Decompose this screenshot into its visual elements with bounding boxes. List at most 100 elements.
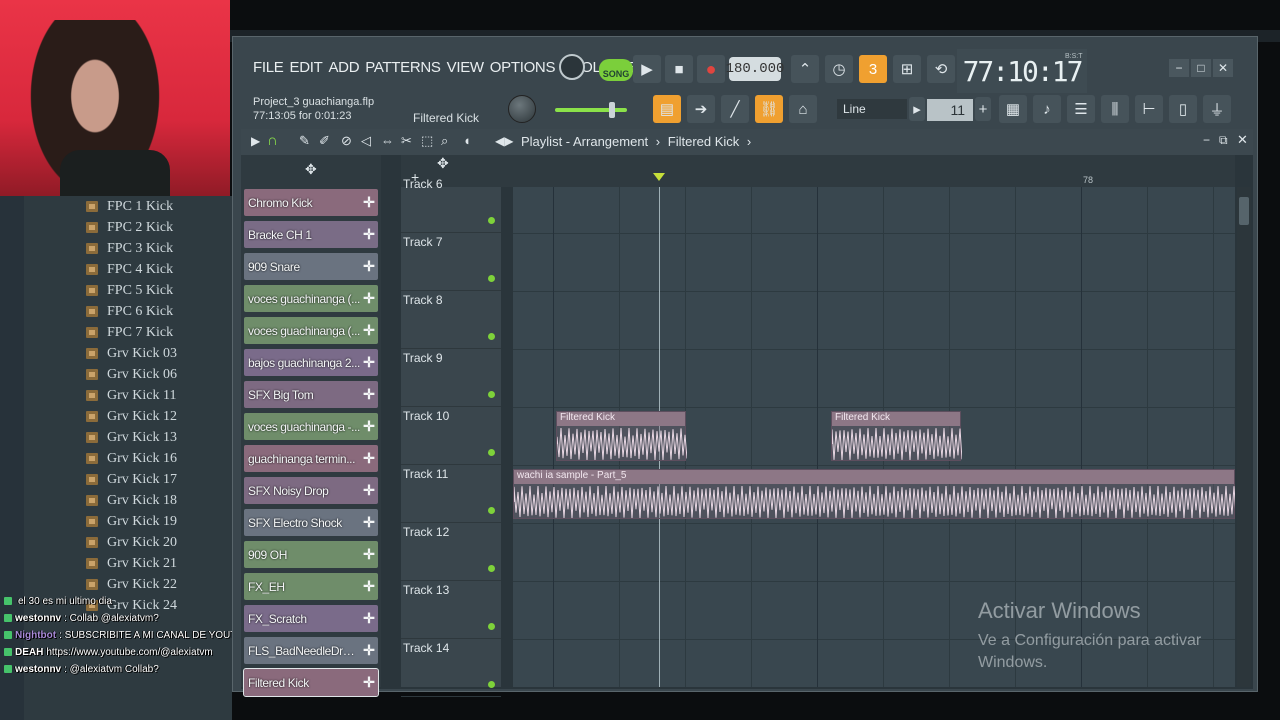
track-mute-led[interactable] (488, 333, 495, 340)
browser-item[interactable]: Grv Kick 21 (86, 553, 177, 574)
browser-item[interactable]: Grv Kick 12 (86, 406, 177, 427)
add-to-playlist-icon[interactable]: ✛ (360, 354, 378, 371)
channel-button[interactable]: voces guachinanga (... ✛ (244, 285, 378, 312)
browser-item[interactable]: Grv Kick 18 (86, 490, 177, 511)
audio-clip[interactable]: wachi ia sample - Part_5 (513, 469, 1235, 519)
browser-item[interactable]: FPC 4 Kick (86, 259, 173, 280)
channel-button[interactable]: bajos guachinanga 2... ✛ (244, 349, 378, 376)
browser-item[interactable]: FPC 5 Kick (86, 280, 173, 301)
track-mute-led[interactable] (488, 391, 495, 398)
audio-clip[interactable]: Filtered Kick (831, 411, 962, 461)
snap-select[interactable]: Line (837, 99, 907, 119)
channel-button[interactable]: SFX Electro Shock ✛ (244, 509, 378, 536)
timeline-ruler[interactable]: 78 (513, 155, 1235, 187)
browser-item[interactable]: Grv Kick 22 (86, 574, 177, 595)
track-header[interactable]: Track 6 (401, 175, 501, 233)
menu-patterns[interactable]: PATTERNS (365, 59, 441, 76)
add-to-playlist-icon[interactable]: ✛ (360, 386, 378, 403)
track-header[interactable]: Track 13 (401, 581, 501, 639)
channel-button[interactable]: FX_Scratch ✛ (244, 605, 378, 632)
playlist-menu-arrow-icon[interactable]: ▶ (251, 134, 260, 148)
track-mute-led[interactable] (488, 507, 495, 514)
add-to-playlist-icon[interactable]: ✛ (360, 450, 378, 467)
browser-item[interactable]: Grv Kick 16 (86, 448, 177, 469)
track-mute-led[interactable] (488, 217, 495, 224)
playlist-tool-button[interactable]: ▤ (653, 95, 681, 123)
track-header[interactable]: Track 12 (401, 523, 501, 581)
add-to-playlist-icon[interactable]: ✛ (360, 610, 378, 627)
maximize-button[interactable]: □ (1191, 59, 1211, 77)
delete-icon[interactable]: ⊘ (341, 133, 352, 149)
mute-icon[interactable]: ◁ (361, 133, 371, 149)
spread-icon[interactable]: ✥ (437, 155, 449, 172)
metronome-button[interactable]: ⌃ (791, 55, 819, 83)
track-mute-led[interactable] (488, 449, 495, 456)
close-button[interactable]: ✕ (1213, 59, 1233, 77)
add-to-playlist-icon[interactable]: ✛ (360, 322, 378, 339)
channel-button[interactable]: voces guachinanga -... ✛ (244, 413, 378, 440)
stamp-tool-button[interactable]: ⌂ (789, 95, 817, 123)
add-to-playlist-icon[interactable]: ✛ (360, 514, 378, 531)
add-to-playlist-icon[interactable]: ✛ (360, 674, 378, 691)
add-pattern-icon[interactable]: ✥ (305, 161, 317, 178)
channel-button[interactable]: guachinanga termin... ✛ (244, 445, 378, 472)
channel-button[interactable]: Filtered Kick ✛ (243, 668, 379, 697)
menu-options[interactable]: OPTIONS (490, 59, 556, 76)
browser-item[interactable]: Grv Kick 17 (86, 469, 177, 490)
add-to-playlist-icon[interactable]: ✛ (360, 258, 378, 275)
channel-button[interactable]: 909 Snare ✛ (244, 253, 378, 280)
channel-rack-button[interactable]: ☰ (1067, 95, 1095, 123)
scrollbar-thumb[interactable] (1239, 197, 1249, 225)
track-mute-led[interactable] (488, 275, 495, 282)
track-header[interactable]: Track 8 (401, 291, 501, 349)
channel-button[interactable]: Chromo Kick ✛ (244, 189, 378, 216)
play-button[interactable]: ▶ (633, 55, 661, 83)
track-header[interactable]: Track 10 (401, 407, 501, 465)
add-to-playlist-icon[interactable]: ✛ (360, 482, 378, 499)
browser-item[interactable]: Grv Kick 20 (86, 532, 177, 553)
channel-button[interactable]: FLS_BadNeedleDrop... ✛ (244, 637, 378, 664)
loop-record-button[interactable]: ⟲ (927, 55, 955, 83)
pattern-add-button[interactable]: + (975, 97, 991, 121)
browser-item[interactable]: FPC 6 Kick (86, 301, 173, 322)
menu-edit[interactable]: EDIT (289, 59, 322, 76)
browser-item[interactable]: FPC 7 Kick (86, 322, 173, 343)
playlist-maximize-icon[interactable]: ⧉ (1219, 133, 1228, 148)
master-pitch-knob[interactable] (508, 95, 536, 123)
stop-button[interactable]: ■ (665, 55, 693, 83)
slice-icon[interactable]: ✂ (401, 133, 412, 149)
browser-item[interactable]: FPC 2 Kick (86, 217, 173, 238)
master-volume-slider[interactable] (555, 102, 627, 118)
browser-item[interactable]: Grv Kick 03 (86, 343, 177, 364)
song-mode-toggle[interactable]: SONG (599, 59, 633, 81)
main-volume-knob[interactable] (559, 54, 585, 80)
browser-item[interactable]: FPC 1 Kick (86, 196, 173, 217)
pencil-icon[interactable]: ✎ (299, 133, 310, 149)
add-to-playlist-icon[interactable]: ✛ (360, 290, 378, 307)
vertical-scrollbar[interactable] (1237, 187, 1251, 687)
countdown-button[interactable]: 3 (859, 55, 887, 83)
record-button[interactable]: ● (697, 55, 725, 83)
add-to-playlist-icon[interactable]: ✛ (360, 194, 378, 211)
select-icon[interactable]: ⬚ (421, 133, 433, 149)
browser-item[interactable]: Grv Kick 19 (86, 511, 177, 532)
audio-clip[interactable]: Filtered Kick (556, 411, 687, 461)
play-preview-icon[interactable]: ◀▶ (495, 134, 513, 148)
browser-item[interactable]: Grv Kick 11 (86, 385, 176, 406)
arrow-tool-button[interactable]: ➔ (687, 95, 715, 123)
menu-view[interactable]: VIEW (447, 59, 484, 76)
add-to-playlist-icon[interactable]: ✛ (360, 226, 378, 243)
menu-file[interactable]: FILE (253, 59, 284, 76)
playhead-marker[interactable] (653, 173, 665, 181)
add-to-playlist-icon[interactable]: ✛ (360, 578, 378, 595)
step-edit-button[interactable]: ⊞ (893, 55, 921, 83)
link-tool-button[interactable]: ⛓ (755, 95, 783, 123)
wait-record-button[interactable]: ◷ (825, 55, 853, 83)
slip-icon[interactable]: ⇔ (381, 133, 394, 148)
track-header[interactable]: Track 14 (401, 639, 501, 697)
piano-roll-window-button[interactable]: ♪ (1033, 95, 1061, 123)
channel-button[interactable]: voces guachinanga (... ✛ (244, 317, 378, 344)
track-header[interactable]: Track 9 (401, 349, 501, 407)
track-header[interactable]: Track 7 (401, 233, 501, 291)
browser-item[interactable]: Grv Kick 06 (86, 364, 177, 385)
